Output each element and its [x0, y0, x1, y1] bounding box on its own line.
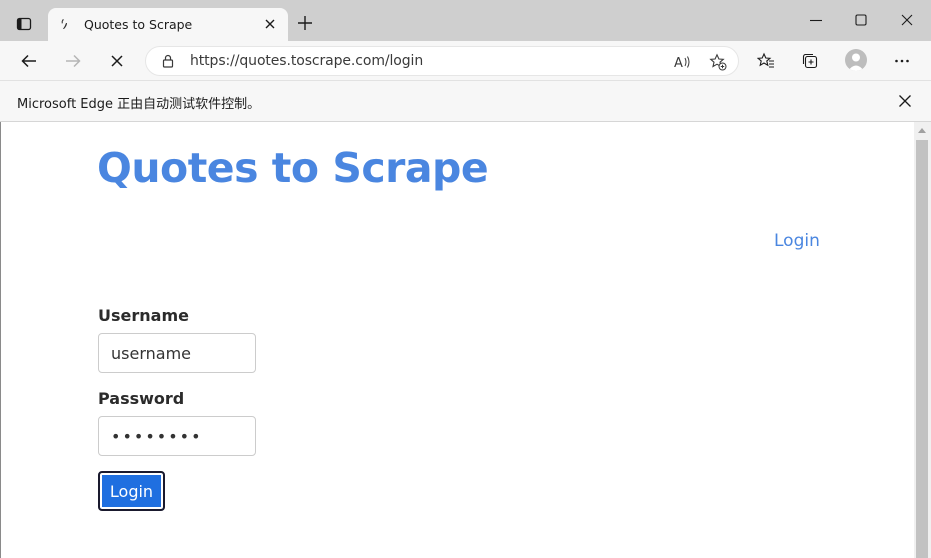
username-label: Username [98, 306, 189, 325]
add-favorite-icon[interactable] [709, 53, 727, 71]
page-viewport: Quotes to Scrape Login Username Password… [0, 122, 914, 558]
vertical-scrollbar[interactable] [914, 122, 931, 558]
favorites-icon[interactable] [756, 51, 776, 71]
password-field[interactable] [98, 416, 256, 456]
address-bar[interactable]: https://quotes.toscrape.com/login A [145, 46, 739, 76]
automation-infobar: Microsoft Edge 正由自动测试软件控制。 [0, 80, 931, 122]
forward-arrow-icon[interactable] [63, 51, 83, 71]
collections-icon[interactable] [800, 51, 820, 71]
lock-icon[interactable] [160, 53, 176, 69]
close-icon[interactable] [897, 93, 913, 109]
password-label: Password [98, 389, 185, 408]
tab-actions-icon[interactable] [10, 10, 38, 38]
browser-toolbar: https://quotes.toscrape.com/login A [0, 41, 931, 80]
minimize-icon[interactable] [808, 12, 824, 28]
infobar-message: Microsoft Edge 正由自动测试软件控制。 [17, 97, 261, 112]
close-icon[interactable] [262, 16, 278, 32]
username-field[interactable] [98, 333, 256, 373]
stop-loading-icon[interactable] [107, 51, 127, 71]
browser-titlebar: Quotes to Scrape [0, 0, 931, 41]
maximize-icon[interactable] [853, 12, 869, 28]
more-menu-icon[interactable] [892, 51, 912, 71]
svg-text:A: A [674, 56, 683, 71]
scroll-thumb[interactable] [916, 140, 928, 558]
back-arrow-icon[interactable] [19, 51, 39, 71]
login-button[interactable]: Login [98, 471, 165, 511]
profile-avatar-icon[interactable] [845, 49, 867, 71]
address-url[interactable]: https://quotes.toscrape.com/login [190, 53, 423, 69]
site-title[interactable]: Quotes to Scrape [97, 144, 489, 192]
favicon-icon [58, 17, 72, 31]
nav-login-link[interactable]: Login [774, 231, 820, 251]
window-close-icon[interactable] [899, 12, 915, 28]
scroll-up-arrow-icon[interactable] [918, 128, 926, 133]
browser-tab-active[interactable]: Quotes to Scrape [48, 8, 288, 41]
plus-icon[interactable] [296, 14, 314, 32]
tab-title: Quotes to Scrape [84, 17, 193, 32]
read-aloud-icon[interactable]: A [673, 53, 691, 71]
